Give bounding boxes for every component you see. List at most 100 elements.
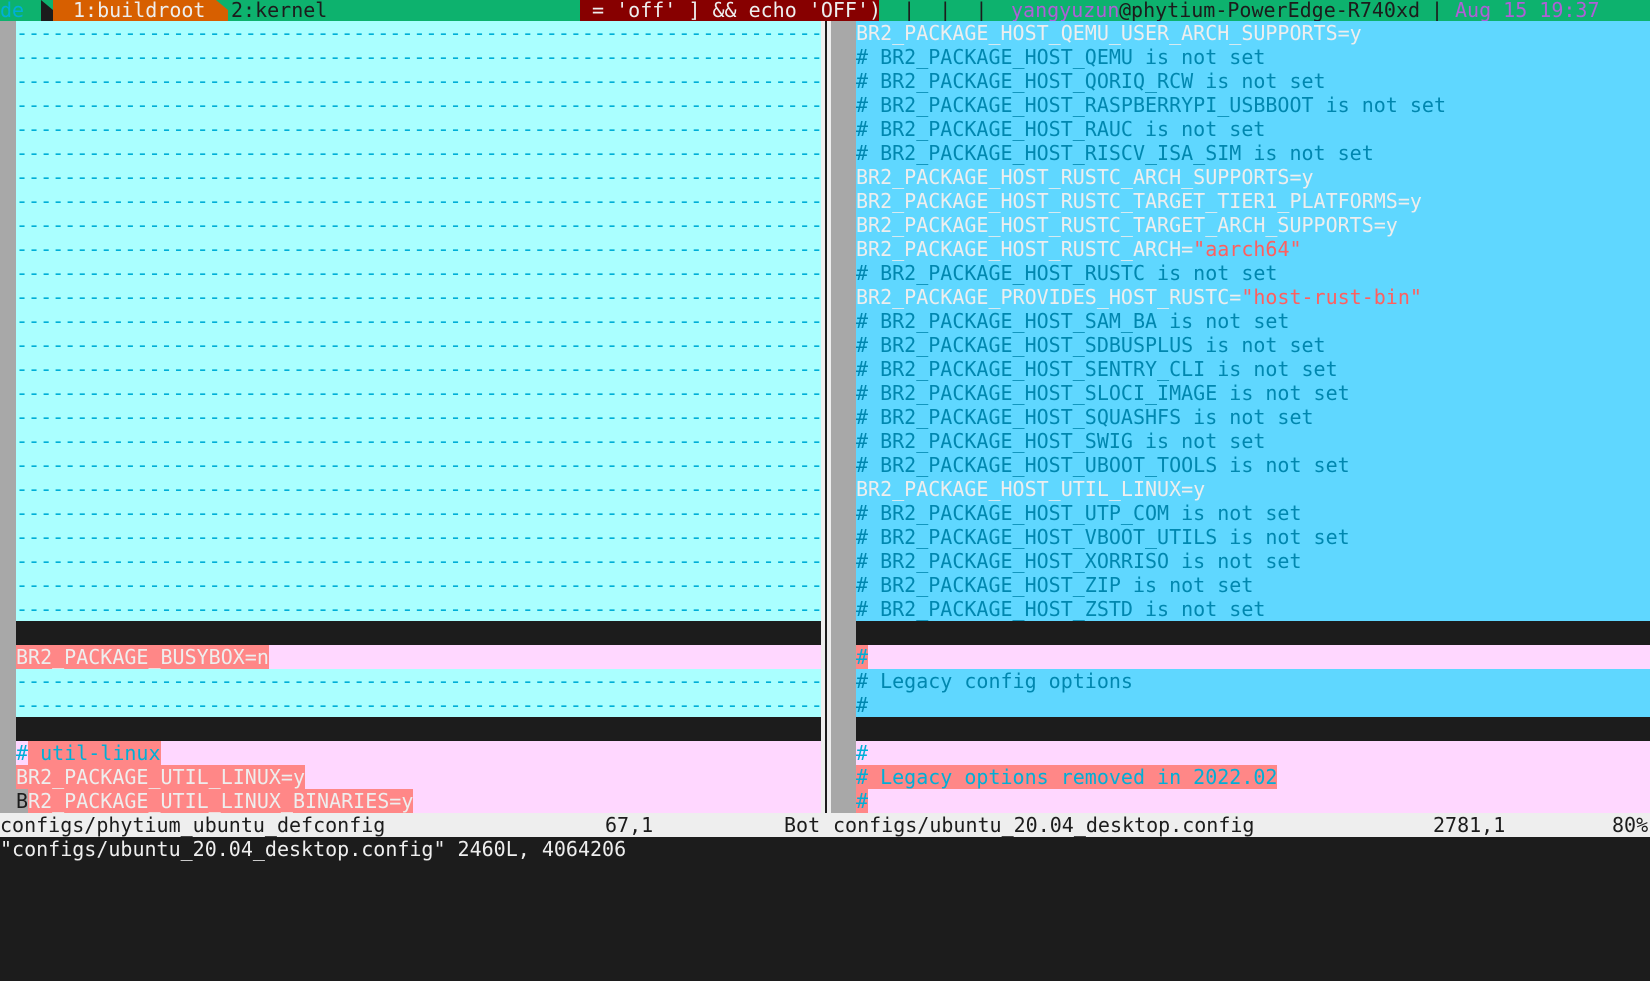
code-line[interactable]: # BR2_PACKAGE_HOST_RISCV_ISA_SIM is not …	[831, 141, 1650, 165]
code-line[interactable]: BR2_PACKAGE_UTIL_LINUX_BINARIES=y	[0, 789, 821, 813]
diff-blank-line[interactable]	[831, 717, 1650, 741]
code-line[interactable]: BR2_PACKAGE_HOST_RUSTC_TARGET_ARCH_SUPPO…	[831, 213, 1650, 237]
diff-filler-line[interactable]: ----------------------------------------…	[0, 165, 821, 189]
fold-column	[0, 405, 16, 429]
diff-filler-line[interactable]: ----------------------------------------…	[0, 93, 821, 117]
code-line[interactable]: # BR2_PACKAGE_HOST_QEMU is not set	[831, 45, 1650, 69]
fold-column	[0, 93, 16, 117]
code-line[interactable]: # BR2_PACKAGE_HOST_XORRISO is not set	[831, 549, 1650, 573]
vim-status-line: configs/phytium_ubuntu_defconfig 67,1 Bo…	[0, 813, 1650, 837]
filler-dashes: ----------------------------------------…	[16, 549, 821, 573]
fold-column	[0, 357, 16, 381]
code-line[interactable]: # BR2_PACKAGE_HOST_RAUC is not set	[831, 117, 1650, 141]
code-line[interactable]: BR2_PACKAGE_HOST_RUSTC_ARCH_SUPPORTS=y	[831, 165, 1650, 189]
code-line[interactable]: BR2_PACKAGE_HOST_RUSTC_TARGET_TIER1_PLAT…	[831, 189, 1650, 213]
code-line[interactable]: # Legacy config options	[831, 669, 1650, 693]
line-text: BR2_PACKAGE_HOST_QEMU_USER_ARCH_SUPPORTS…	[856, 21, 1650, 45]
code-line[interactable]: BR2_PACKAGE_BUSYBOX=n	[0, 645, 821, 669]
line-text	[16, 717, 821, 741]
code-line[interactable]: # BR2_PACKAGE_HOST_ZIP is not set	[831, 573, 1650, 597]
code-line[interactable]: # BR2_PACKAGE_HOST_UBOOT_TOOLS is not se…	[831, 453, 1650, 477]
code-line[interactable]: # BR2_PACKAGE_HOST_SQUASHFS is not set	[831, 405, 1650, 429]
fold-column	[0, 573, 16, 597]
fold-column	[0, 621, 16, 645]
diff-filler-line[interactable]: ----------------------------------------…	[0, 213, 821, 237]
diff-filler-line[interactable]: ----------------------------------------…	[0, 381, 821, 405]
line-text: ----------------------------------------…	[16, 141, 821, 165]
code-line[interactable]: # BR2_PACKAGE_HOST_RASPBERRYPI_USBBOOT i…	[831, 93, 1650, 117]
code-line[interactable]: # BR2_PACKAGE_HOST_RUSTC is not set	[831, 261, 1650, 285]
filler-dashes: ----------------------------------------…	[16, 477, 821, 501]
fold-column	[0, 765, 16, 789]
code-line[interactable]: # BR2_PACKAGE_HOST_ZSTD is not set	[831, 597, 1650, 621]
diff-filler-line[interactable]: ----------------------------------------…	[0, 405, 821, 429]
fold-column	[0, 333, 16, 357]
filler-dashes: ----------------------------------------…	[16, 525, 821, 549]
diff-blank-line[interactable]	[831, 621, 1650, 645]
diff-filler-line[interactable]: ----------------------------------------…	[0, 45, 821, 69]
diff-filler-line[interactable]: ----------------------------------------…	[0, 357, 821, 381]
code-line[interactable]: # BR2_PACKAGE_HOST_QORIQ_RCW is not set	[831, 69, 1650, 93]
diff-blank-line[interactable]	[0, 621, 821, 645]
code-line[interactable]: #	[831, 741, 1650, 765]
diff-filler-line[interactable]: ----------------------------------------…	[0, 21, 821, 45]
tmux-window-buildroot[interactable]: 1:buildroot	[53, 0, 216, 21]
code-line[interactable]: #	[831, 645, 1650, 669]
code-line[interactable]: # BR2_PACKAGE_HOST_VBOOT_UTILS is not se…	[831, 525, 1650, 549]
diff-filler-line[interactable]: ----------------------------------------…	[0, 549, 821, 573]
code-line[interactable]: # Legacy options removed in 2022.02	[831, 765, 1650, 789]
diff-filler-line[interactable]: ----------------------------------------…	[0, 429, 821, 453]
fold-column	[831, 597, 856, 621]
fold-column	[831, 21, 856, 45]
fold-column	[0, 741, 16, 765]
code-line[interactable]: BR2_PACKAGE_HOST_QEMU_USER_ARCH_SUPPORTS…	[831, 21, 1650, 45]
code-line[interactable]: # util-linux	[0, 741, 821, 765]
diff-filler-line[interactable]: ----------------------------------------…	[0, 309, 821, 333]
code-line[interactable]: BR2_PACKAGE_HOST_UTIL_LINUX=y	[831, 477, 1650, 501]
diff-blank-line[interactable]	[0, 717, 821, 741]
diff-filler-line[interactable]: ----------------------------------------…	[0, 189, 821, 213]
text-segment: util-linux	[28, 741, 161, 765]
code-line[interactable]: # BR2_PACKAGE_HOST_SWIG is not set	[831, 429, 1650, 453]
diff-filler-line[interactable]: ----------------------------------------…	[0, 597, 821, 621]
diff-filler-line[interactable]: ----------------------------------------…	[0, 501, 821, 525]
diff-filler-line[interactable]: ----------------------------------------…	[0, 477, 821, 501]
diff-filler-line[interactable]: ----------------------------------------…	[0, 573, 821, 597]
vertical-split-separator[interactable]	[821, 21, 831, 813]
code-line[interactable]: #	[831, 789, 1650, 813]
text-segment: #	[856, 693, 869, 717]
fold-column	[0, 213, 16, 237]
diff-filler-line[interactable]: ----------------------------------------…	[0, 285, 821, 309]
tmux-window-kernel[interactable]: 2:kernel	[231, 0, 327, 21]
code-line[interactable]: BR2_PACKAGE_PROVIDES_HOST_RUSTC="host-ru…	[831, 285, 1650, 309]
code-line[interactable]: BR2_PACKAGE_UTIL_LINUX=y	[0, 765, 821, 789]
fold-column	[0, 309, 16, 333]
diff-filler-line[interactable]: ----------------------------------------…	[0, 525, 821, 549]
line-text: BR2_PACKAGE_HOST_RUSTC_ARCH_SUPPORTS=y	[856, 165, 1650, 189]
code-line[interactable]: BR2_PACKAGE_HOST_RUSTC_ARCH="aarch64"	[831, 237, 1650, 261]
fold-column	[831, 333, 856, 357]
diff-filler-line[interactable]: ----------------------------------------…	[0, 669, 821, 693]
right-diff-pane[interactable]: BR2_PACKAGE_HOST_QEMU_USER_ARCH_SUPPORTS…	[831, 21, 1650, 813]
code-line[interactable]: # BR2_PACKAGE_HOST_SDBUSPLUS is not set	[831, 333, 1650, 357]
diff-filler-line[interactable]: ----------------------------------------…	[0, 237, 821, 261]
code-line[interactable]: # BR2_PACKAGE_HOST_SENTRY_CLI is not set	[831, 357, 1650, 381]
diff-filler-line[interactable]: ----------------------------------------…	[0, 333, 821, 357]
diff-filler-line[interactable]: ----------------------------------------…	[0, 69, 821, 93]
vim-message-line: "configs/ubuntu_20.04_desktop.config" 24…	[0, 837, 627, 861]
diff-filler-line[interactable]: ----------------------------------------…	[0, 693, 821, 717]
diff-filler-line[interactable]: ----------------------------------------…	[0, 453, 821, 477]
text-segment: # BR2_PACKAGE_HOST_UTP_COM is not set	[856, 501, 1302, 525]
code-line[interactable]: #	[831, 693, 1650, 717]
diff-filler-line[interactable]: ----------------------------------------…	[0, 261, 821, 285]
code-line[interactable]: # BR2_PACKAGE_HOST_SAM_BA is not set	[831, 309, 1650, 333]
diff-filler-line[interactable]: ----------------------------------------…	[0, 117, 821, 141]
left-diff-pane[interactable]: ----------------------------------------…	[0, 21, 821, 813]
tmux-session-name: de	[0, 0, 25, 22]
code-line[interactable]: # BR2_PACKAGE_HOST_UTP_COM is not set	[831, 501, 1650, 525]
text-segment: "aarch64"	[1193, 237, 1302, 261]
line-text: # BR2_PACKAGE_HOST_SAM_BA is not set	[856, 309, 1650, 333]
diff-filler-line[interactable]: ----------------------------------------…	[0, 141, 821, 165]
code-line[interactable]: # BR2_PACKAGE_HOST_SLOCI_IMAGE is not se…	[831, 381, 1650, 405]
line-text: ----------------------------------------…	[16, 285, 821, 309]
